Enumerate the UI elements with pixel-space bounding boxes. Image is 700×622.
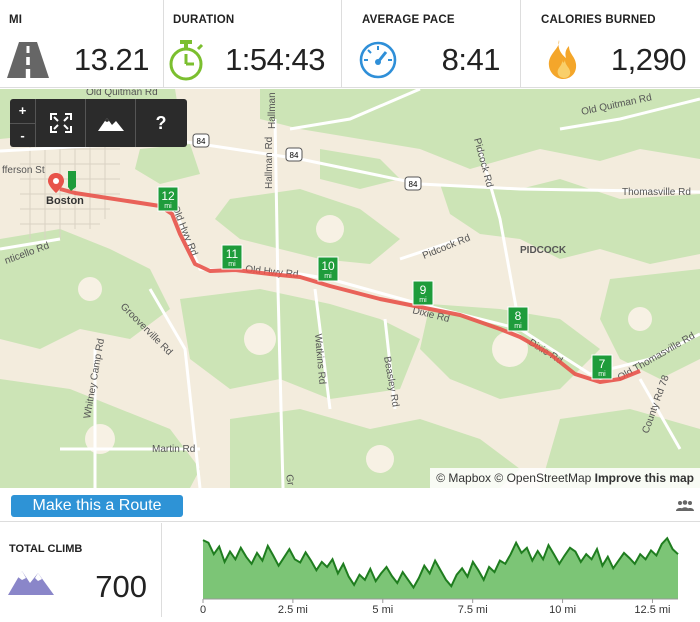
people-icon[interactable] — [676, 500, 694, 512]
svg-text:84: 84 — [290, 151, 299, 160]
mountain-terrain-icon — [97, 118, 124, 131]
mile-marker-number: 8 — [515, 309, 522, 323]
make-route-button[interactable]: Make this a Route — [11, 495, 183, 517]
mapbox-link[interactable]: © Mapbox — [436, 471, 491, 485]
mile-marker-9: 9mi — [412, 280, 434, 306]
elevation-chart[interactable]: 0 2.5 mi 5 mi 7.5 mi 10 mi 12.5 mi — [163, 523, 700, 617]
mile-marker-10: 10mi — [317, 256, 339, 282]
mountains-icon — [8, 571, 54, 595]
pace-label: AVERAGE PACE — [362, 14, 455, 26]
us84-shield-a: 84 — [192, 133, 210, 148]
fullscreen-button[interactable] — [36, 99, 86, 147]
elevation-tick-label: 12.5 mi — [634, 604, 670, 616]
zoom-out-button[interactable]: - — [10, 124, 35, 148]
total-climb-label: TOTAL CLIMB — [9, 543, 83, 555]
svg-text:84: 84 — [197, 137, 206, 146]
map-canvas[interactable]: Old Quitman Rd Old Quitman Rd Thomasvill… — [0, 89, 700, 488]
elevation-tick-label: 10 mi — [549, 604, 576, 616]
distance-stat: MI 13.21 — [0, 0, 164, 88]
mile-marker-unit: mi — [598, 371, 606, 378]
zoom-controls: + - — [10, 99, 36, 147]
route-bar: Make this a Route — [0, 488, 700, 522]
duration-value: 1:54:43 — [225, 42, 325, 77]
distance-label: MI — [9, 14, 23, 26]
boston-label: Boston — [46, 195, 84, 207]
total-climb-panel: TOTAL CLIMB 700 — [0, 523, 162, 617]
speedometer-icon — [359, 41, 397, 79]
hallman-rd-top-label: Hallman Rd — [267, 89, 278, 129]
mile-marker-8: 8mi — [507, 306, 529, 332]
mile-marker-7: 7mi — [591, 354, 613, 380]
mile-marker-unit: mi — [324, 273, 332, 280]
elevation-tick-label: 5 mi — [372, 604, 393, 616]
duration-stat: DURATION 1:54:43 — [164, 0, 342, 88]
mile-marker-number: 9 — [420, 283, 427, 297]
mile-marker-11: 11mi — [221, 244, 243, 270]
calories-value: 1,290 — [610, 42, 687, 77]
us84-shield-b: 84 — [285, 147, 303, 162]
fullscreen-icon — [49, 113, 72, 133]
old-quitman-rd-top-label: Old Quitman Rd — [86, 89, 158, 98]
total-climb-value: 700 — [95, 569, 147, 604]
improve-map-link[interactable]: Improve this map — [595, 471, 694, 485]
road-icon — [7, 42, 49, 78]
elevation-svg: 0 2.5 mi 5 mi 7.5 mi 10 mi 12.5 mi — [200, 536, 679, 616]
mile-marker-number: 7 — [599, 357, 606, 371]
mile-marker-unit: mi — [164, 203, 172, 210]
us84-shield-c: 84 — [404, 176, 422, 191]
elevation-tick-label: 2.5 mi — [278, 604, 308, 616]
stats-bar: MI 13.21 DURATION 1:54:43 AVERAGE PACE 8… — [0, 0, 700, 88]
help-button[interactable]: ? — [136, 99, 186, 147]
map-controls: + - ? — [10, 99, 187, 147]
calories-stat: CALORIES BURNED 1,290 — [521, 0, 700, 88]
calories-label: CALORIES BURNED — [541, 14, 656, 26]
pace-value: 8:41 — [441, 42, 501, 77]
martin-rd-label: Martin Rd — [152, 444, 195, 455]
duration-label: DURATION — [173, 14, 235, 26]
pidcock-label: PIDCOCK — [520, 245, 567, 256]
elevation-tick-label: 0 — [200, 604, 206, 616]
mile-marker-12: 12mi — [157, 186, 179, 212]
mile-marker-unit: mi — [228, 261, 236, 268]
mile-marker-number: 12 — [161, 189, 175, 203]
flame-icon — [548, 40, 577, 79]
thomasville-rd-label: Thomasville Rd — [622, 187, 691, 198]
terrain-button[interactable] — [86, 99, 136, 147]
mile-marker-number: 10 — [321, 259, 335, 273]
jefferson-st-label: fferson St — [2, 165, 45, 176]
hallman-rd-label: Hallman Rd — [264, 137, 275, 189]
zoom-in-button[interactable]: + — [10, 99, 35, 124]
distance-value: 13.21 — [73, 42, 150, 77]
pace-stat: AVERAGE PACE 8:41 — [342, 0, 521, 88]
elevation-tick-label: 7.5 mi — [458, 604, 488, 616]
mile-marker-unit: mi — [419, 297, 427, 304]
map-attribution: © Mapbox © OpenStreetMap Improve this ma… — [430, 468, 700, 488]
route-map[interactable]: Old Quitman Rd Old Quitman Rd Thomasvill… — [0, 89, 700, 488]
osm-link[interactable]: © OpenStreetMap — [494, 471, 591, 485]
stopwatch-icon — [169, 40, 204, 81]
mile-marker-number: 11 — [226, 247, 239, 261]
mile-marker-unit: mi — [514, 323, 522, 330]
svg-text:84: 84 — [409, 180, 418, 189]
